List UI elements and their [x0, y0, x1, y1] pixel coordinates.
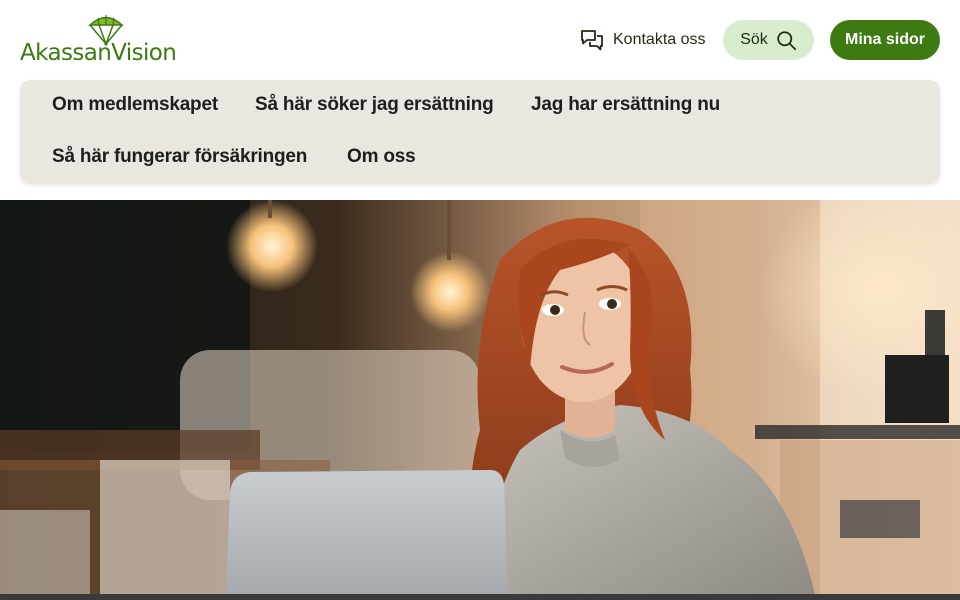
- nav-item-om-oss[interactable]: Om oss: [347, 146, 416, 168]
- main-navigation: Om medlemskapet Så här söker jag ersättn…: [20, 80, 940, 184]
- search-label: Sök: [740, 31, 768, 48]
- chat-bubbles-icon: [581, 30, 603, 51]
- logo-wordmark: AkassanVision: [20, 40, 177, 66]
- nav-item-om-medlemskapet[interactable]: Om medlemskapet: [52, 94, 218, 116]
- contact-label: Kontakta oss: [613, 31, 706, 48]
- search-icon: [777, 30, 796, 50]
- site-header: AkassanVision Kontakta oss Sök Mina sido…: [0, 0, 960, 80]
- page: AkassanVision Kontakta oss Sök Mina sido…: [0, 0, 960, 600]
- logo-link[interactable]: AkassanVision: [20, 14, 195, 70]
- bottom-edge-bar: [0, 594, 960, 600]
- contact-link[interactable]: Kontakta oss: [580, 27, 706, 53]
- nav-item-sa-har-fungerar-forsakringen[interactable]: Så här fungerar försäkringen: [52, 146, 307, 168]
- search-button[interactable]: Sök: [723, 20, 814, 60]
- hero-photo-illustration: [0, 200, 960, 594]
- nav-item-sa-har-soker-jag-ersattning[interactable]: Så här söker jag ersättning: [255, 94, 494, 116]
- my-pages-button[interactable]: Mina sidor: [830, 20, 940, 60]
- hero-image: [0, 200, 960, 594]
- nav-item-jag-har-ersattning-nu[interactable]: Jag har ersättning nu: [531, 94, 720, 116]
